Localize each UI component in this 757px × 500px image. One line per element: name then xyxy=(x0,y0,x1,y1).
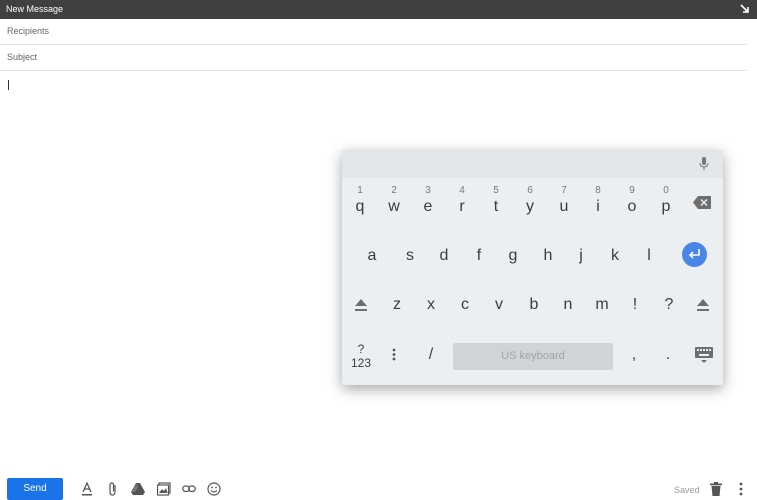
key-letter: e xyxy=(423,198,433,215)
key[interactable]: s xyxy=(393,245,427,267)
key[interactable]: 2w xyxy=(377,185,411,221)
key-letter: q xyxy=(355,198,365,215)
shift-left-icon[interactable] xyxy=(353,297,369,313)
key[interactable]: ! xyxy=(618,294,652,316)
backspace-icon[interactable] xyxy=(693,196,711,209)
onscreen-keyboard: 1q 2w 3e 4r 5t 6y 7u 8i 9o 0p a s d f g … xyxy=(342,150,723,385)
key-number: 5 xyxy=(493,185,499,196)
key-number: 4 xyxy=(459,185,465,196)
text-caret xyxy=(8,80,9,90)
key-letter: t xyxy=(493,198,499,215)
symbols-key[interactable]: ? 123 xyxy=(348,342,374,370)
key[interactable]: z xyxy=(380,294,414,316)
slash-key[interactable]: / xyxy=(421,346,441,364)
key[interactable]: 6y xyxy=(513,185,547,221)
key[interactable]: h xyxy=(531,245,565,267)
key-number: 1 xyxy=(357,185,363,196)
key[interactable]: a xyxy=(355,245,389,267)
keyboard-suggestion-bar xyxy=(342,150,723,178)
key[interactable]: j xyxy=(564,245,598,267)
key[interactable]: m xyxy=(585,294,619,316)
key[interactable]: f xyxy=(462,245,496,267)
key[interactable]: n xyxy=(551,294,585,316)
key[interactable]: 9o xyxy=(615,185,649,221)
key-letter: r xyxy=(459,198,465,215)
key[interactable]: g xyxy=(496,245,530,267)
key-letter: y xyxy=(526,198,534,215)
emoji-icon[interactable] xyxy=(207,482,221,496)
insert-photo-icon[interactable] xyxy=(157,482,171,496)
key[interactable]: x xyxy=(414,294,448,316)
recipients-input[interactable] xyxy=(7,26,607,36)
key[interactable]: 8i xyxy=(581,185,615,221)
save-status: Saved xyxy=(674,485,700,495)
key[interactable]: c xyxy=(448,294,482,316)
key-number: 2 xyxy=(391,185,397,196)
key-number: 6 xyxy=(527,185,533,196)
expand-icon[interactable] xyxy=(739,2,751,16)
subject-row xyxy=(0,45,747,71)
key-number: 7 xyxy=(561,185,567,196)
key-number: 9 xyxy=(629,185,635,196)
key[interactable]: 3e xyxy=(411,185,445,221)
symbols-key-bottom: 123 xyxy=(350,356,372,370)
subject-input[interactable] xyxy=(7,52,607,62)
key[interactable]: k xyxy=(598,245,632,267)
more-options-icon[interactable] xyxy=(392,348,396,361)
microphone-icon[interactable] xyxy=(699,157,709,171)
key-letter: u xyxy=(559,198,569,215)
key-letter: i xyxy=(596,198,600,215)
key-letter: p xyxy=(661,198,671,215)
key[interactable]: b xyxy=(517,294,551,316)
key[interactable]: 0p xyxy=(649,185,683,221)
window-title: New Message xyxy=(6,4,64,14)
key-letter: o xyxy=(627,198,637,215)
key-number: 3 xyxy=(425,185,431,196)
insert-link-icon[interactable] xyxy=(182,482,196,496)
send-button[interactable]: Send xyxy=(7,478,63,500)
comma-key[interactable]: , xyxy=(624,346,644,364)
keyboard-hide-icon[interactable] xyxy=(695,347,713,363)
enter-key[interactable] xyxy=(682,242,707,267)
enter-icon xyxy=(688,249,700,259)
key[interactable]: d xyxy=(427,245,461,267)
recipients-row xyxy=(0,19,747,45)
key-letter: w xyxy=(388,198,400,215)
drive-icon[interactable] xyxy=(131,482,145,496)
key[interactable]: ? xyxy=(652,294,686,316)
compose-titlebar: New Message xyxy=(0,0,757,19)
attach-icon[interactable] xyxy=(106,482,120,496)
period-key[interactable]: . xyxy=(658,346,678,364)
delete-icon[interactable] xyxy=(710,482,722,496)
key[interactable]: v xyxy=(482,294,516,316)
key[interactable]: 5t xyxy=(479,185,513,221)
symbols-key-top: ? xyxy=(357,342,365,356)
key-number: 0 xyxy=(663,185,669,196)
text-format-icon[interactable] xyxy=(80,482,94,496)
key[interactable]: 1q xyxy=(343,185,377,221)
spacebar[interactable]: US keyboard xyxy=(453,343,613,370)
key-number: 8 xyxy=(595,185,601,196)
shift-right-icon[interactable] xyxy=(695,297,711,313)
key[interactable]: 7u xyxy=(547,185,581,221)
more-vert-icon[interactable] xyxy=(738,482,744,496)
key[interactable]: l xyxy=(632,245,666,267)
key[interactable]: 4r xyxy=(445,185,479,221)
